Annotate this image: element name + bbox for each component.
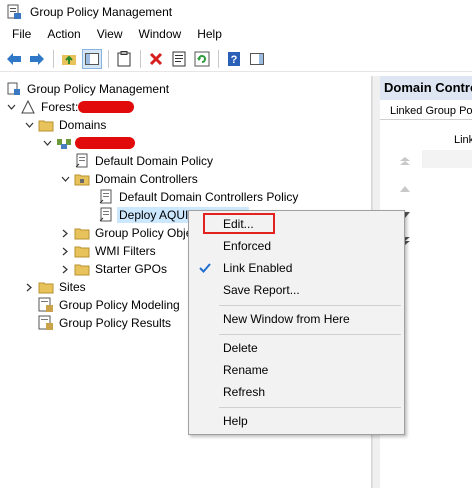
- chevron-right-icon[interactable]: [60, 246, 70, 256]
- domain-icon: [56, 135, 72, 151]
- menu-separator: [219, 305, 401, 306]
- tab-linked-gpos[interactable]: Linked Group Policy Objects: [380, 102, 472, 120]
- checkmark-icon: [199, 263, 211, 273]
- show-hide-tree-icon[interactable]: [82, 48, 102, 69]
- gpmc-app-icon: [7, 4, 21, 19]
- up-folder-icon[interactable]: [59, 49, 79, 69]
- results-icon: [38, 315, 54, 331]
- chevron-down-icon[interactable]: [24, 120, 34, 130]
- tree-item-forest[interactable]: Forest:: [6, 98, 135, 116]
- folder-icon: [74, 243, 90, 259]
- modeling-icon: [38, 297, 54, 313]
- tree-item-wmi-filters[interactable]: WMI Filters: [60, 242, 158, 260]
- tree-item-starter-gpos[interactable]: Starter GPOs: [60, 260, 169, 278]
- column-header-link-order[interactable]: Link Order: [454, 134, 472, 146]
- tree-label: Group Policy Modeling: [59, 298, 180, 312]
- redacted-domain-name: [75, 137, 135, 149]
- toolbar-separator: [218, 49, 219, 68]
- chevron-right-icon[interactable]: [60, 228, 70, 238]
- back-arrow-icon[interactable]: [4, 49, 24, 69]
- gpmc-icon: [6, 81, 22, 97]
- tree-label: WMI Filters: [95, 244, 156, 258]
- toolbar: ?: [0, 46, 472, 72]
- window-title: Group Policy Management: [30, 5, 173, 19]
- tree-item-root[interactable]: Group Policy Management: [6, 80, 171, 98]
- tree-item-default-domain-policy[interactable]: Default Domain Policy: [74, 152, 215, 170]
- redacted-forest-name: [78, 101, 135, 113]
- tree-label: Group Policy Results: [59, 316, 172, 330]
- tree-item-modeling[interactable]: Group Policy Modeling: [38, 296, 182, 314]
- menu-view[interactable]: View: [89, 24, 131, 44]
- edit-highlight-box: [203, 213, 275, 234]
- menu-separator: [219, 407, 401, 408]
- menu-separator: [219, 334, 401, 335]
- menu-item-enforced[interactable]: Enforced: [189, 235, 404, 257]
- action-pane-icon[interactable]: [247, 49, 267, 69]
- menu-item-help[interactable]: Help: [189, 410, 404, 432]
- tree-item-domain-controllers[interactable]: Domain Controllers: [60, 170, 200, 188]
- tree-item-domain[interactable]: [42, 134, 135, 152]
- gpo-link-icon: [98, 207, 114, 223]
- tree-label: Group Policy Management: [27, 82, 170, 96]
- chevron-down-icon[interactable]: [42, 138, 52, 148]
- clipboard-icon[interactable]: [114, 49, 134, 69]
- chevron-down-icon[interactable]: [6, 102, 16, 112]
- toolbar-separator: [140, 49, 141, 68]
- details-header: Domain Controllers: [380, 76, 472, 100]
- svg-text:?: ?: [231, 54, 238, 66]
- folder-icon: [38, 117, 54, 133]
- table-row[interactable]: [422, 150, 472, 168]
- gpo-link-icon: [74, 153, 90, 169]
- menu-item-delete[interactable]: Delete: [189, 337, 404, 359]
- tree-item-results[interactable]: Group Policy Results: [38, 314, 173, 332]
- folder-icon: [74, 225, 90, 241]
- context-menu: Edit... Enforced Link Enabled Save Repor…: [188, 210, 405, 435]
- help-icon[interactable]: ?: [224, 49, 244, 69]
- menu-item-rename[interactable]: Rename: [189, 359, 404, 381]
- tree-label: Sites: [59, 280, 86, 294]
- tree-label: Forest:: [41, 100, 79, 114]
- ou-folder-icon: [74, 171, 90, 187]
- menu-item-save-report[interactable]: Save Report...: [189, 279, 404, 301]
- toolbar-separator: [53, 49, 54, 68]
- refresh-icon[interactable]: [192, 49, 212, 69]
- menu-window[interactable]: Window: [131, 24, 190, 44]
- menu-item-refresh[interactable]: Refresh: [189, 381, 404, 403]
- tree-item-domains[interactable]: Domains: [24, 116, 108, 134]
- chevron-right-icon[interactable]: [60, 264, 70, 274]
- tree-label: Default Domain Policy: [95, 154, 214, 168]
- move-up-icon[interactable]: [398, 184, 412, 194]
- forward-arrow-icon[interactable]: [27, 49, 47, 69]
- menu-item-label: Link Enabled: [223, 261, 293, 275]
- menu-item-link-enabled[interactable]: Link Enabled: [189, 257, 404, 279]
- gpo-link-icon: [98, 189, 114, 205]
- chevron-right-icon[interactable]: [24, 282, 34, 292]
- chevron-down-icon[interactable]: [60, 174, 70, 184]
- menu-bar: File Action View Window Help: [0, 24, 472, 44]
- delete-icon[interactable]: [146, 49, 166, 69]
- tree-item-sites[interactable]: Sites: [24, 278, 88, 296]
- title-bar: Group Policy Management: [0, 0, 472, 24]
- folder-icon: [38, 279, 54, 295]
- toolbar-separator: [108, 49, 109, 68]
- tree-label: Starter GPOs: [95, 262, 168, 276]
- folder-icon: [74, 261, 90, 277]
- tree-label: Default Domain Controllers Policy: [119, 190, 299, 204]
- menu-action[interactable]: Action: [39, 24, 88, 44]
- tree-label: Domains: [59, 118, 107, 132]
- move-to-top-icon[interactable]: [398, 156, 412, 166]
- properties-icon[interactable]: [169, 49, 189, 69]
- tree-item-default-dc-policy[interactable]: Default Domain Controllers Policy: [98, 188, 300, 206]
- menu-file[interactable]: File: [4, 24, 39, 44]
- menu-help[interactable]: Help: [189, 24, 230, 44]
- tree-label: Domain Controllers: [95, 172, 198, 186]
- menu-item-new-window[interactable]: New Window from Here: [189, 308, 404, 330]
- forest-icon: [20, 99, 36, 115]
